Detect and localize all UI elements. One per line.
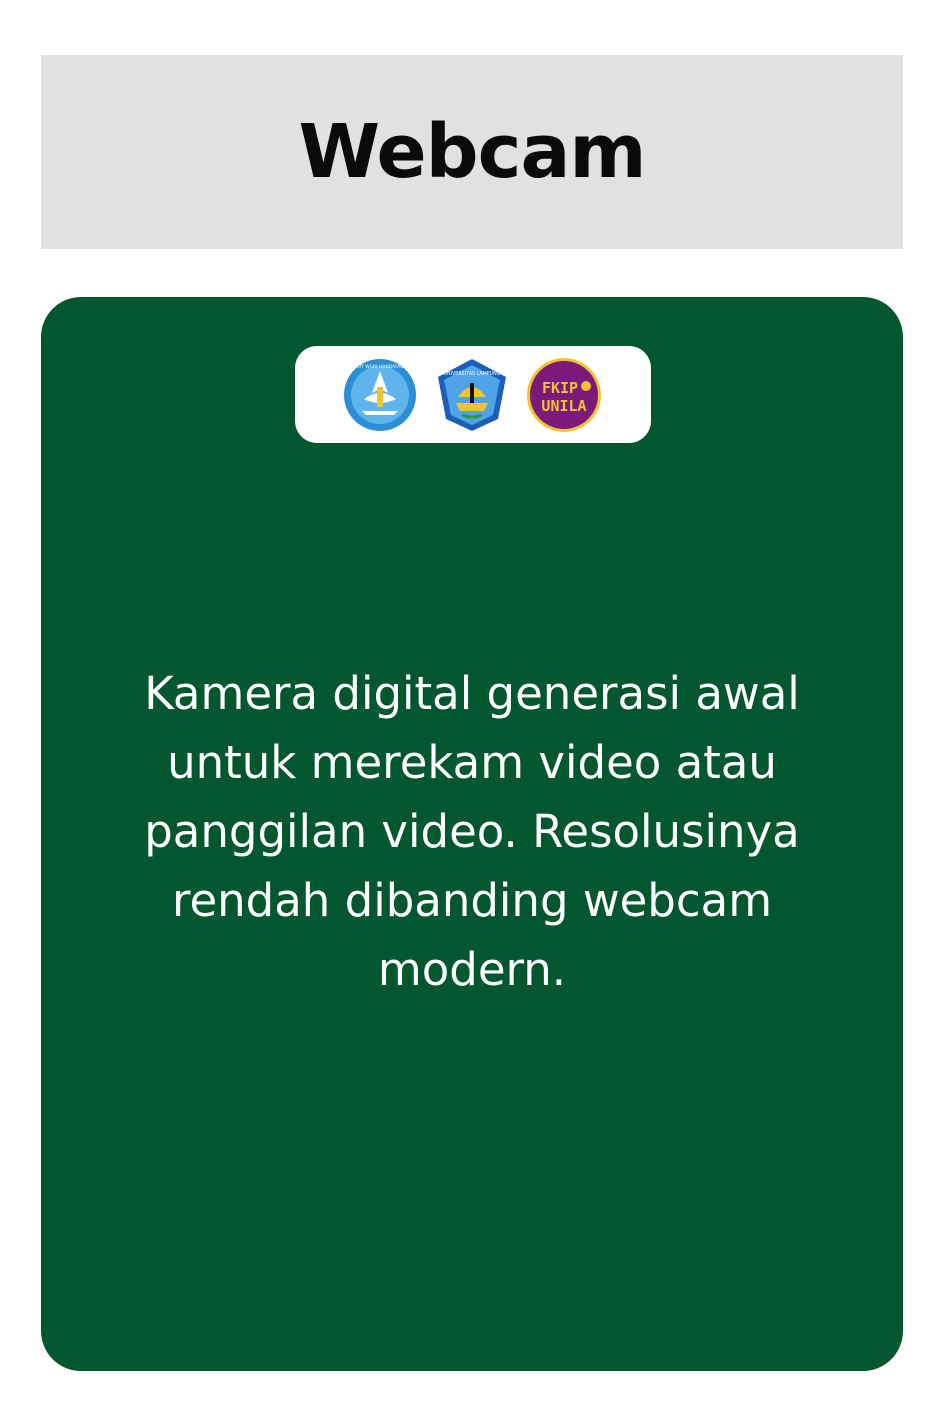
svg-text:TUT WURI HANDAYANI: TUT WURI HANDAYANI [354, 364, 405, 370]
logo-strip: TUT WURI HANDAYANI UNIVERSITAS LAMPUNG F… [295, 346, 651, 443]
fkip-unila-logo: FKIP UNILA [526, 357, 602, 433]
svg-text:UNIVERSITAS LAMPUNG: UNIVERSITAS LAMPUNG [444, 371, 501, 377]
title-banner: Webcam [41, 55, 903, 249]
description-text: Kamera digital generasi awal untuk merek… [144, 667, 800, 996]
svg-text:UNILA: UNILA [541, 397, 586, 415]
universitas-lampung-logo: UNIVERSITAS LAMPUNG [434, 357, 510, 433]
tut-wuri-handayani-logo: TUT WURI HANDAYANI [342, 357, 418, 433]
page-title: Webcam [298, 109, 646, 195]
svg-text:FKIP: FKIP [542, 379, 578, 397]
content-card: TUT WURI HANDAYANI UNIVERSITAS LAMPUNG F… [41, 297, 903, 1371]
